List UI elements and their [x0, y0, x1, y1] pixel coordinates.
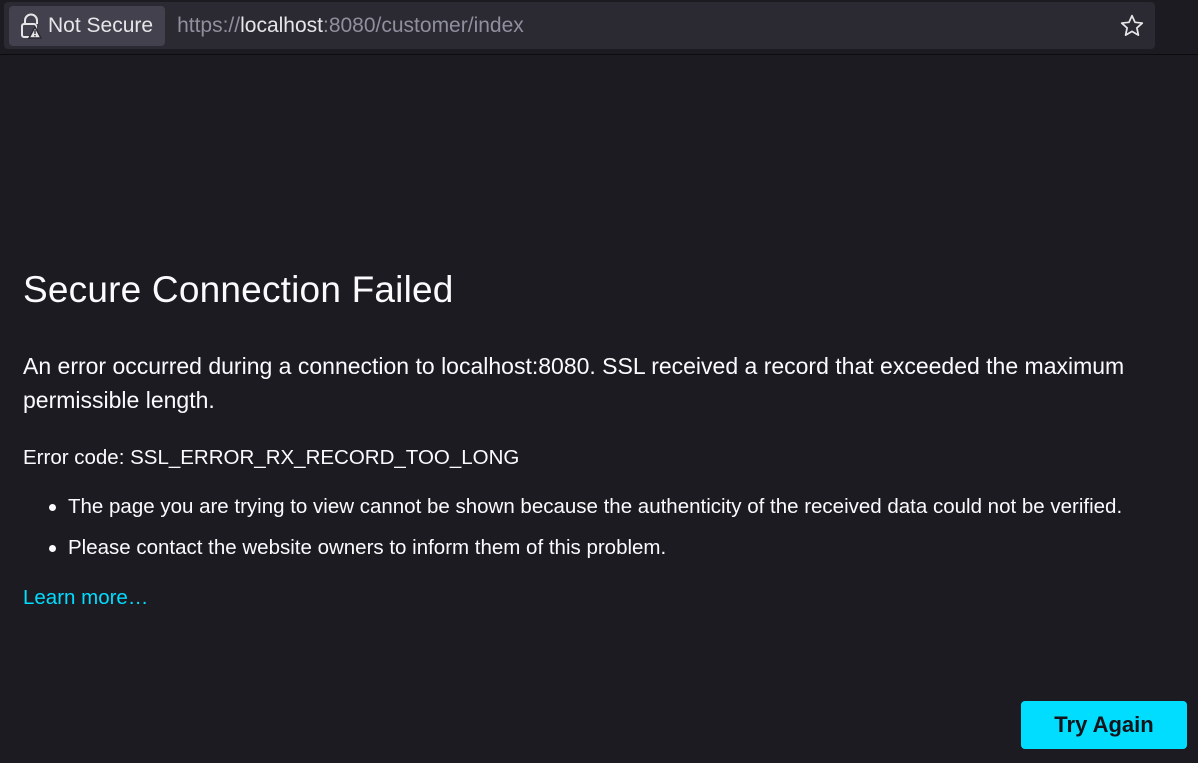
error-details-list: The page you are trying to view cannot b…	[23, 492, 1173, 563]
site-identity-button[interactable]: Not Secure	[9, 5, 166, 46]
error-code-label: Error code:	[23, 446, 131, 469]
error-description: An error occurred during a connection to…	[23, 353, 1125, 413]
error-page-content: Secure Connection Failed An error occurr…	[23, 265, 1173, 610]
url-text[interactable]: https://localhost:8080/customer/index	[177, 15, 524, 36]
insecure-lock-icon	[20, 13, 42, 39]
browser-toolbar: Not Secure https://localhost:8080/custom…	[0, 0, 1198, 55]
list-item: The page you are trying to view cannot b…	[49, 492, 1173, 522]
error-code: Error code: SSL_ERROR_RX_RECORD_TOO_LONG	[23, 443, 1173, 473]
url-host: localhost	[240, 14, 323, 37]
star-icon[interactable]	[1119, 13, 1145, 39]
url-bar[interactable]: Not Secure https://localhost:8080/custom…	[4, 2, 1155, 49]
error-code-value: SSL_ERROR_RX_RECORD_TOO_LONG	[130, 446, 520, 469]
try-again-button[interactable]: Try Again	[1021, 701, 1187, 749]
url-path: :8080/customer/index	[322, 14, 524, 37]
list-item: Please contact the website owners to inf…	[49, 533, 1173, 563]
not-secure-label: Not Secure	[48, 14, 154, 37]
page-title: Secure Connection Failed	[23, 269, 454, 310]
url-scheme: https://	[177, 14, 241, 37]
learn-more-link[interactable]: Learn more…	[23, 586, 148, 610]
